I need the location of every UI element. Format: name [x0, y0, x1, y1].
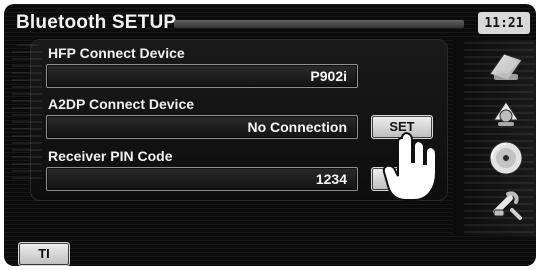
setup-icon[interactable]: [484, 182, 528, 226]
setup-icon-svg: [493, 191, 522, 220]
panel-stripes-left: [12, 44, 42, 184]
audio-icon-svg: [493, 101, 519, 126]
disc-icon[interactable]: [484, 136, 528, 180]
pin-value: 1234: [315, 171, 347, 187]
hfp-value-field[interactable]: P902i: [46, 64, 358, 88]
pin-label: Receiver PIN Code: [48, 148, 173, 164]
navigation-icon[interactable]: [484, 44, 528, 88]
hfp-value: P902i: [310, 68, 347, 84]
a2dp-label: A2DP Connect Device: [48, 96, 195, 112]
a2dp-value-field[interactable]: No Connection: [46, 115, 358, 139]
hfp-label: HFP Connect Device: [48, 45, 185, 61]
ti-button[interactable]: TI: [18, 242, 70, 266]
a2dp-value: No Connection: [247, 119, 347, 135]
navigation-icon-svg: [489, 53, 523, 81]
audio-icon[interactable]: [484, 90, 528, 134]
clock: 11:21: [478, 12, 530, 34]
disc-icon-svg: [489, 141, 523, 175]
bluetooth-setup-screen: Bluetooth SETUP 11:21 HFP Connect Device…: [4, 4, 536, 266]
title-divider: [174, 20, 464, 28]
a2dp-set-button[interactable]: SET: [371, 115, 433, 139]
pin-set-button[interactable]: SET: [371, 167, 433, 191]
pin-value-field[interactable]: 1234: [46, 167, 358, 191]
